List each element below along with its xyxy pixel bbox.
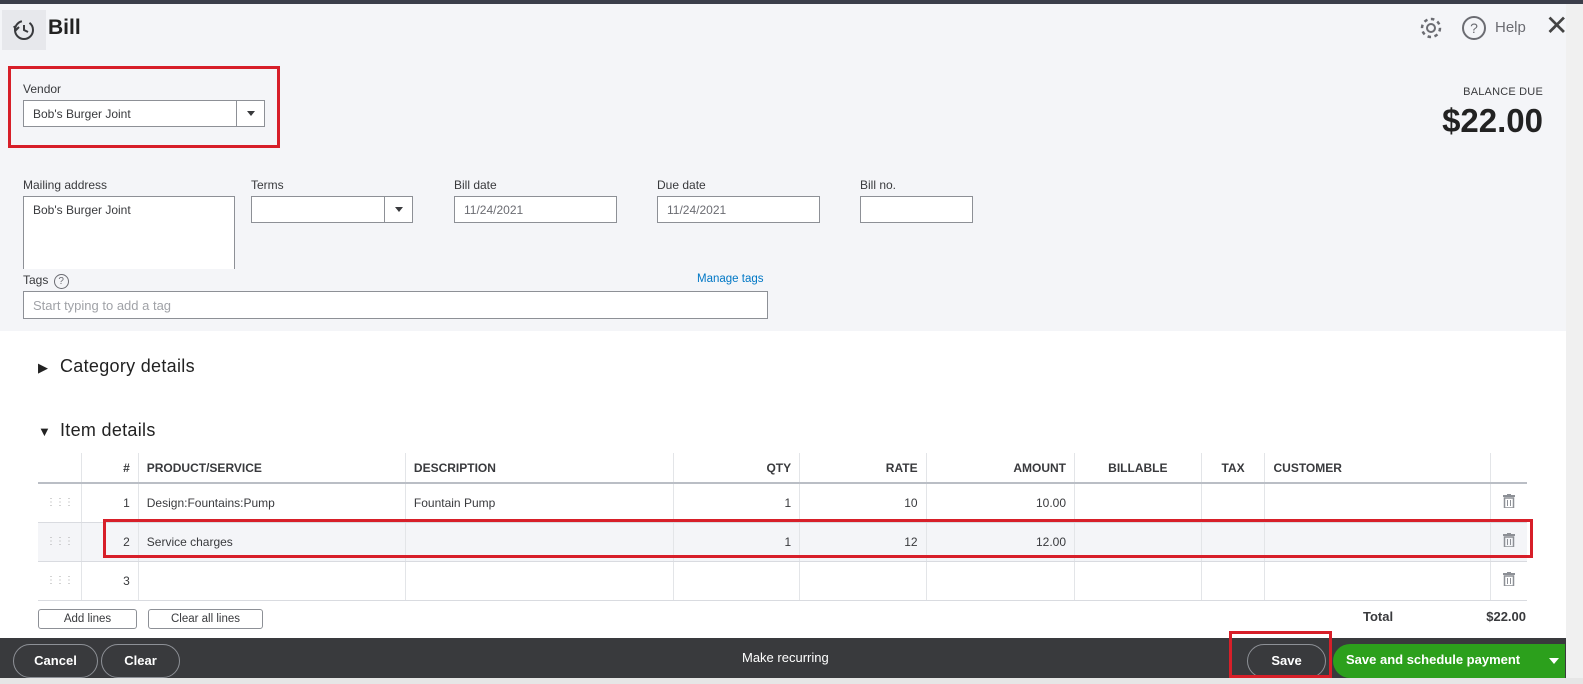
row-tax[interactable] (1201, 561, 1266, 601)
item-details-label: Item details (60, 420, 156, 440)
manage-tags-link[interactable]: Manage tags (697, 273, 764, 285)
chevron-down-icon[interactable] (384, 197, 412, 222)
balance-due-label: BALANCE DUE (1463, 86, 1543, 98)
question-icon[interactable]: ? (53, 274, 69, 289)
bill-header: Bill ? Help ✕ Vendor Bob's Burger Joint … (0, 4, 1583, 331)
row-rate[interactable]: 10 (799, 483, 927, 523)
clear-all-lines-button[interactable]: Clear all lines (148, 609, 263, 629)
row-num: 1 (81, 483, 139, 523)
drag-handle-icon[interactable]: ⋮⋮⋮ (38, 522, 82, 562)
vertical-scrollbar[interactable] (1566, 4, 1583, 678)
col-num: # (81, 453, 139, 484)
row-product[interactable] (138, 561, 406, 601)
mailing-address-label: Mailing address (23, 178, 108, 192)
col-customer: CUSTOMER (1264, 453, 1491, 484)
caret-down-icon: ▼ (38, 424, 52, 439)
category-details-label: Category details (60, 356, 195, 376)
row-billable[interactable] (1074, 483, 1202, 523)
row-product[interactable]: Design:Fountains:Pump (138, 483, 406, 523)
row-description[interactable]: Fountain Pump (405, 483, 674, 523)
save-highlight (1229, 631, 1332, 678)
mailing-address-field[interactable]: Bob's Burger Joint (23, 196, 235, 269)
footer-bar: Cancel Clear Make recurring Save Save an… (0, 638, 1583, 678)
balance-due-amount: $22.00 (1442, 102, 1543, 139)
item-details-toggle[interactable]: ▼ Item details (38, 420, 156, 441)
delete-header (1490, 453, 1527, 484)
tags-input[interactable]: Start typing to add a tag (23, 291, 768, 319)
row-qty[interactable] (673, 561, 801, 601)
clear-button[interactable]: Clear (101, 644, 180, 678)
total-amount: $22.00 (1486, 609, 1526, 624)
bill-no-label: Bill no. (860, 178, 897, 192)
col-rate: RATE (799, 453, 927, 484)
add-lines-button[interactable]: Add lines (38, 609, 137, 629)
row-highlight (103, 519, 1533, 558)
table-header-row: # PRODUCT/SERVICE DESCRIPTION QTY RATE A… (38, 453, 1527, 484)
row-qty[interactable]: 1 (673, 483, 801, 523)
help-link[interactable]: Help (1495, 19, 1526, 36)
drag-header (38, 453, 82, 484)
row-customer[interactable] (1264, 561, 1491, 601)
make-recurring-link[interactable]: Make recurring (742, 650, 829, 665)
row-billable[interactable] (1074, 561, 1202, 601)
col-description: DESCRIPTION (405, 453, 674, 484)
trash-icon[interactable] (1490, 561, 1527, 601)
recent-transactions-icon[interactable] (2, 10, 46, 50)
bill-no-field[interactable] (860, 196, 973, 223)
tags-label-text: Tags (23, 273, 49, 287)
row-amount[interactable] (926, 561, 1076, 601)
terms-select[interactable] (251, 196, 413, 223)
tags-label: Tags ? (23, 273, 69, 289)
save-and-schedule-payment-button[interactable]: Save and schedule payment (1333, 644, 1565, 678)
bill-date-field[interactable]: 11/24/2021 (454, 196, 617, 223)
help-icon[interactable]: ? (1461, 15, 1487, 41)
caret-right-icon: ▶ (38, 360, 49, 375)
page-title: Bill (48, 16, 81, 39)
vendor-highlight (8, 66, 280, 148)
row-num: 3 (81, 561, 139, 601)
row-customer[interactable] (1264, 483, 1491, 523)
row-rate[interactable] (799, 561, 927, 601)
horizontal-scrollbar[interactable] (0, 678, 1583, 684)
table-row[interactable]: ⋮⋮⋮ 3 (38, 561, 1527, 601)
row-description[interactable] (405, 561, 674, 601)
col-qty: QTY (673, 453, 801, 484)
table-row[interactable]: ⋮⋮⋮ 1 Design:Fountains:Pump Fountain Pum… (38, 483, 1527, 523)
row-tax[interactable] (1201, 483, 1266, 523)
col-product: PRODUCT/SERVICE (138, 453, 406, 484)
bill-date-label: Bill date (454, 178, 497, 192)
trash-icon[interactable] (1490, 483, 1527, 523)
due-date-label: Due date (657, 178, 706, 192)
terms-label: Terms (251, 178, 284, 192)
drag-handle-icon[interactable]: ⋮⋮⋮ (38, 483, 82, 523)
category-details-toggle[interactable]: ▶ Category details (38, 356, 195, 377)
col-billable: BILLABLE (1074, 453, 1202, 484)
drag-handle-icon[interactable]: ⋮⋮⋮ (38, 561, 82, 601)
row-amount[interactable]: 10.00 (926, 483, 1076, 523)
due-date-field[interactable]: 11/24/2021 (657, 196, 820, 223)
save-schedule-label: Save and schedule payment (1346, 652, 1521, 667)
svg-text:?: ? (1470, 20, 1478, 36)
total-label: Total (1363, 609, 1394, 624)
chevron-down-icon[interactable] (1549, 658, 1559, 664)
col-tax: TAX (1201, 453, 1266, 484)
close-icon[interactable]: ✕ (1545, 12, 1568, 40)
col-amount: AMOUNT (926, 453, 1076, 484)
cancel-button[interactable]: Cancel (13, 644, 98, 678)
gear-icon[interactable] (1418, 15, 1444, 41)
